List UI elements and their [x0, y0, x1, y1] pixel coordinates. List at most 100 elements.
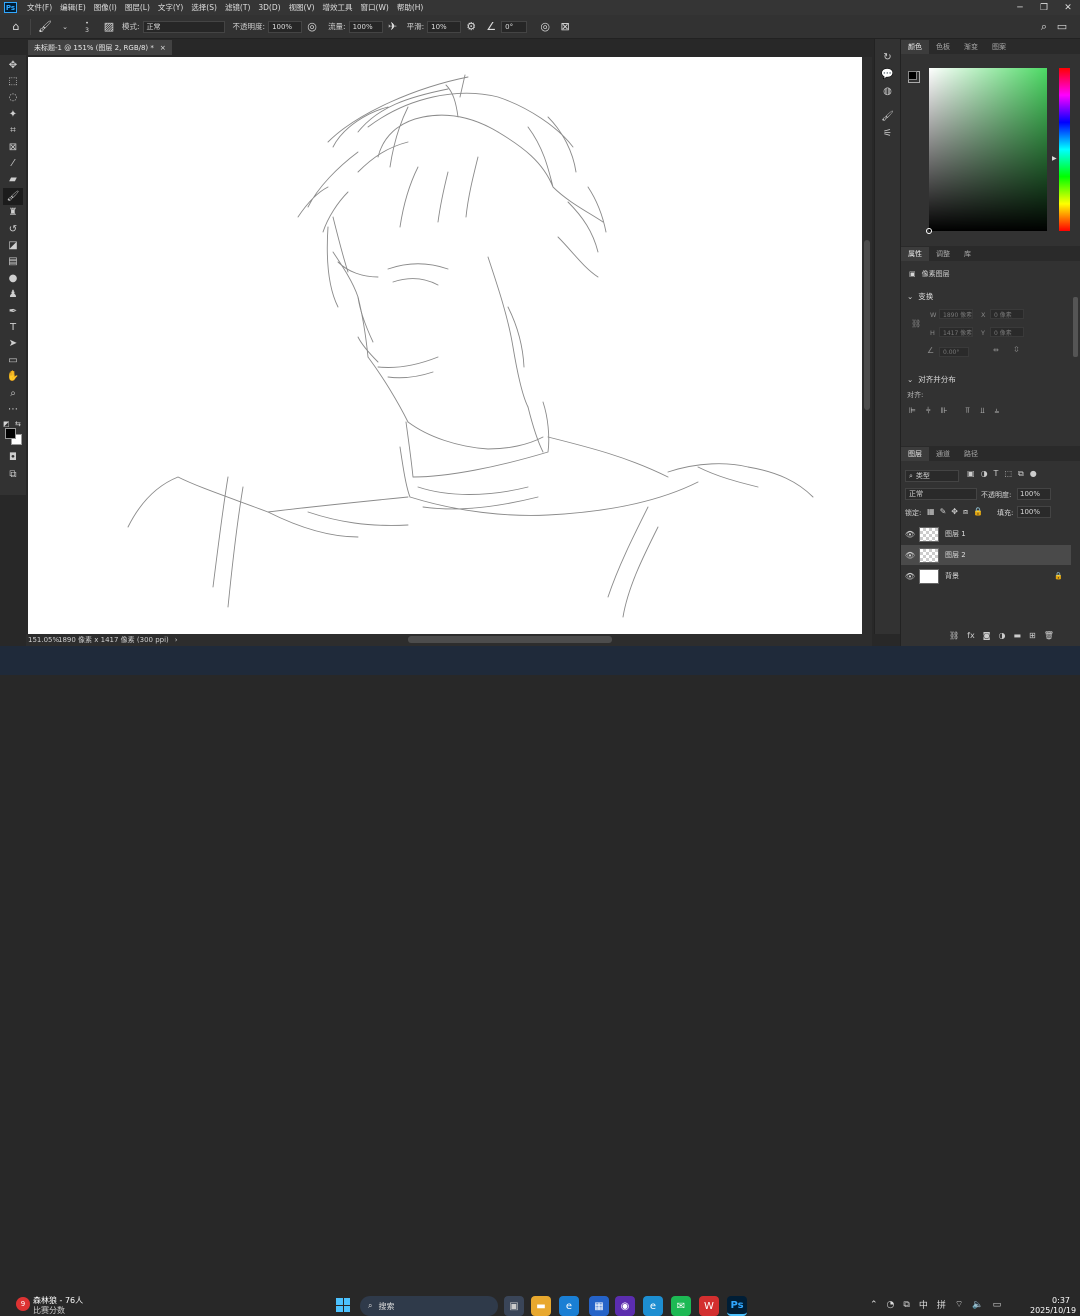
eraser-tool-icon[interactable]: ◪ [3, 237, 23, 253]
flip-horizontal-icon[interactable]: ⇹ [993, 346, 999, 354]
status-menu-icon[interactable]: › [175, 636, 178, 644]
airbrush-icon[interactable]: ✈ [385, 19, 401, 35]
eye-icon[interactable]: 👁 [901, 530, 919, 539]
rectangle-tool-icon[interactable]: ▭ [3, 352, 23, 368]
delete-layer-icon[interactable]: 🗑 [1044, 631, 1054, 640]
chevron-up-icon[interactable]: ⌃ [870, 1300, 878, 1310]
more-tools-icon[interactable]: ⋯ [3, 401, 23, 417]
lasso-tool-icon[interactable]: ◌ [3, 90, 23, 106]
marquee-tool-icon[interactable]: ⬚ [3, 73, 23, 89]
align-center-v-icon[interactable]: ⫫ [980, 406, 985, 416]
menu-type[interactable]: 文字(Y) [154, 2, 187, 13]
tab-adjustments[interactable]: 调整 [929, 247, 957, 261]
eye-icon[interactable]: 👁 [901, 551, 919, 560]
tab-layers[interactable]: 图层 [901, 447, 929, 461]
vertical-scrollbar[interactable] [864, 240, 870, 410]
quick-mask-icon[interactable]: ◘ [3, 450, 23, 466]
menu-window[interactable]: 窗口(W) [357, 2, 393, 13]
foreground-mini-swatch[interactable] [908, 71, 917, 80]
foreground-color-swatch[interactable] [5, 427, 16, 439]
photoshop-taskbar-icon[interactable]: Ps [727, 1296, 747, 1316]
width-field[interactable]: 1890 像素 [939, 309, 973, 319]
opacity-field[interactable]: 100% [268, 20, 303, 33]
tray-screenshot-icon[interactable]: ⧉ [903, 1300, 909, 1310]
layer-row[interactable]: 👁 背景 🔒 [901, 566, 1071, 586]
pressure-size-icon[interactable]: ◎ [537, 19, 553, 35]
eyedropper-tool-icon[interactable]: ⁄ [3, 155, 23, 171]
search-box[interactable]: ⌕ 搜索 [360, 1296, 498, 1316]
history-panel-icon[interactable]: ↻ [879, 49, 897, 65]
close-tab-icon[interactable]: × [160, 44, 166, 52]
battery-icon[interactable]: ▭ [993, 1300, 1002, 1310]
canvas[interactable] [28, 57, 862, 634]
volume-icon[interactable]: 🔈 [972, 1300, 983, 1310]
brush-settings-icon[interactable]: ▨ [101, 19, 117, 35]
search-icon[interactable]: ⌕ [1036, 19, 1052, 35]
wifi-icon[interactable]: ⌔ [955, 1299, 963, 1310]
tab-paths[interactable]: 路径 [957, 447, 985, 461]
link-icon[interactable]: ⛓ [911, 319, 921, 328]
height-field[interactable]: 1417 像素 [939, 327, 973, 337]
fill-field[interactable]: 100% [1017, 506, 1051, 518]
fg-bg-mini-swatch[interactable] [908, 71, 920, 83]
ime-mode[interactable]: 中 [919, 1298, 928, 1311]
filter-smart-object-icon[interactable]: ⧉ [1018, 469, 1024, 479]
layer-row[interactable]: 👁 图层 1 [901, 524, 1071, 544]
close-icon[interactable]: ✕ [1056, 0, 1080, 15]
align-center-h-icon[interactable]: ⫩ [926, 406, 931, 416]
align-bottom-icon[interactable]: ⫨ [995, 406, 1000, 416]
lock-position-icon[interactable]: ✥ [951, 507, 958, 517]
brush-tool-preset-icon[interactable]: 🖌 [37, 19, 53, 35]
clone-stamp-tool-icon[interactable]: ♜ [3, 205, 23, 221]
path-selection-tool-icon[interactable]: ➤ [3, 336, 23, 352]
comments-panel-icon[interactable]: 💬 [879, 66, 897, 82]
y-field[interactable]: 0 像素 [990, 327, 1024, 337]
menu-view[interactable]: 视图(V) [285, 2, 319, 13]
group-icon[interactable]: ▬ [1013, 631, 1021, 640]
menu-3d[interactable]: 3D(D) [254, 3, 284, 12]
healing-brush-tool-icon[interactable]: ▰ [3, 172, 23, 188]
x-field[interactable]: 0 像素 [990, 309, 1024, 319]
menu-edit[interactable]: 编辑(E) [56, 2, 90, 13]
move-tool-icon[interactable]: ✥ [3, 57, 23, 73]
workspace-icon[interactable]: ▭ [1054, 19, 1070, 35]
properties-scrollbar[interactable] [1073, 297, 1078, 357]
filter-type-icon[interactable]: T [994, 469, 999, 479]
tab-patterns[interactable]: 图案 [985, 40, 1013, 54]
adjustments-panel-icon[interactable]: ⚟ [879, 125, 897, 141]
pen-tool-icon[interactable]: ✒ [3, 303, 23, 319]
crop-tool-icon[interactable]: ⌗ [3, 123, 23, 139]
pressure-opacity-icon[interactable]: ◎ [304, 19, 320, 35]
menu-image[interactable]: 图像(I) [90, 2, 121, 13]
lock-artboard-icon[interactable]: ⧈ [963, 507, 968, 517]
mode-select[interactable]: 正常 [142, 20, 225, 33]
dodge-tool-icon[interactable]: ♟ [3, 286, 23, 302]
ime-pinyin[interactable]: 拼 [937, 1298, 946, 1311]
lock-transparency-icon[interactable]: ▦ [927, 507, 935, 517]
color-picker-cursor[interactable] [926, 228, 932, 234]
hand-tool-icon[interactable]: ✋ [3, 368, 23, 384]
brush-settings-panel-icon[interactable]: 🖌 [879, 108, 897, 124]
wps-icon[interactable]: W [699, 1296, 719, 1316]
edge-dev-icon[interactable]: e [643, 1296, 663, 1316]
document-tab[interactable]: 未标题-1 @ 151% (图层 2, RGB/8) * × [28, 40, 172, 55]
blur-tool-icon[interactable]: ● [3, 270, 23, 286]
screen-mode-icon[interactable]: ⧉ [3, 466, 23, 482]
zoom-level[interactable]: 151.05% [26, 636, 59, 644]
zoom-tool-icon[interactable]: ⌕ [3, 385, 23, 401]
learn-panel-icon[interactable]: ◍ [879, 83, 897, 99]
brush-size-picker[interactable]: • 3 [77, 19, 97, 35]
tab-properties[interactable]: 属性 [901, 247, 929, 261]
menu-file[interactable]: 文件(F) [23, 2, 56, 13]
horizontal-scrollbar[interactable] [408, 636, 612, 643]
filter-adjustment-icon[interactable]: ◑ [981, 469, 988, 479]
swap-colors-icon[interactable]: ⇆ [15, 420, 21, 428]
smoothing-options-gear-icon[interactable]: ⚙ [463, 19, 479, 35]
type-tool-icon[interactable]: T [3, 319, 23, 335]
clock[interactable]: 0:37 2025/10/19 [1030, 1296, 1076, 1316]
tab-channels[interactable]: 通道 [929, 447, 957, 461]
home-icon[interactable]: ⌂ [8, 19, 24, 35]
blend-mode-select[interactable]: 正常 [905, 488, 977, 500]
minimize-icon[interactable]: ─ [1008, 0, 1032, 15]
gradient-tool-icon[interactable]: ▤ [3, 254, 23, 270]
